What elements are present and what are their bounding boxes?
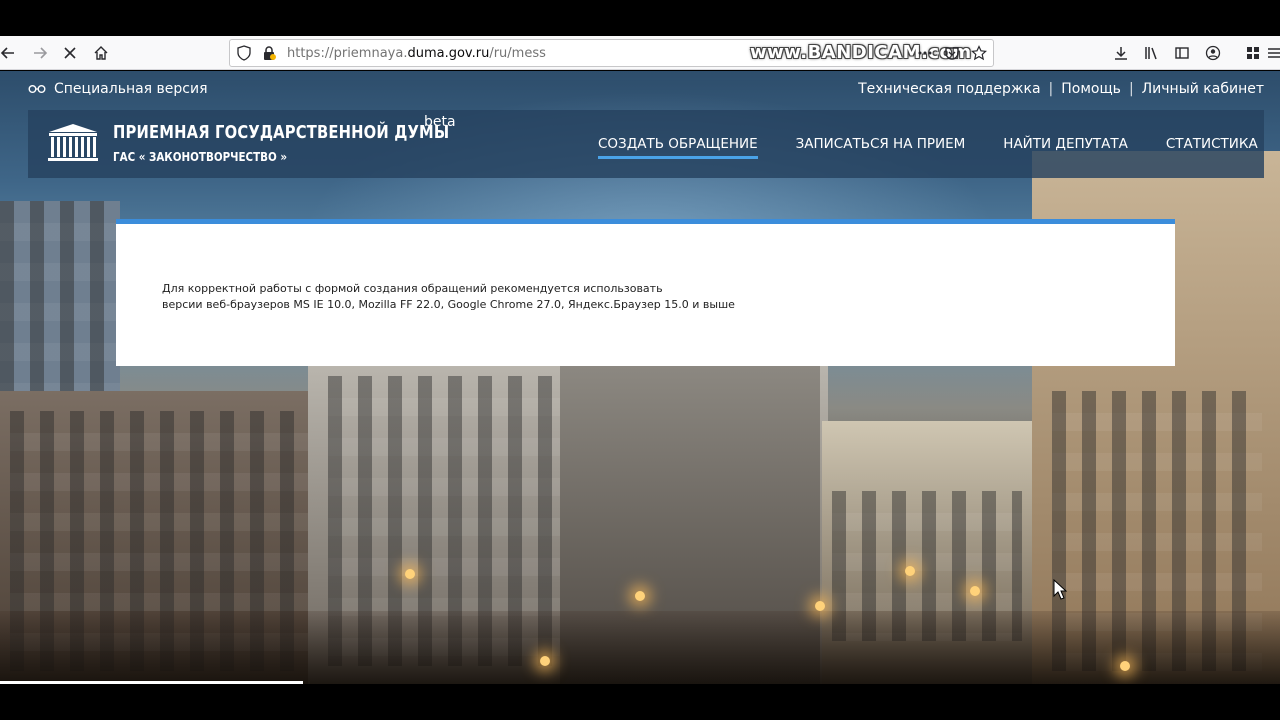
- video-letterbox-top: [0, 0, 1280, 36]
- shield-icon[interactable]: [236, 45, 252, 61]
- nav-statistics[interactable]: СТАТИСТИКА: [1166, 136, 1258, 159]
- street-light: [540, 656, 550, 666]
- mouse-cursor-icon: [1053, 579, 1067, 600]
- street-light: [905, 566, 915, 576]
- menu-icon[interactable]: [1262, 41, 1280, 65]
- downloads-icon[interactable]: [1109, 41, 1133, 65]
- special-version-link[interactable]: Специальная версия: [28, 81, 208, 97]
- divider: |: [1128, 81, 1134, 97]
- more-actions-icon[interactable]: [917, 45, 933, 61]
- video-progress-bar: [0, 681, 303, 684]
- beta-badge: beta: [424, 114, 456, 130]
- help-link[interactable]: Помощь: [1061, 81, 1121, 97]
- divider: |: [1048, 81, 1054, 97]
- nav-book-appointment[interactable]: ЗАПИСАТЬСЯ НА ПРИЕМ: [796, 136, 966, 159]
- background-street: [0, 611, 1280, 684]
- page-content: Специальная версия Техническая поддержка…: [0, 71, 1280, 684]
- nav-create-appeal[interactable]: СОЗДАТЬ ОБРАЩЕНИЕ: [598, 136, 758, 159]
- notice-line: Для корректной работы с формой создания …: [162, 282, 663, 295]
- sidebar-icon[interactable]: [1170, 41, 1194, 65]
- street-light: [405, 569, 415, 579]
- notice-line: версии веб-браузеров MS IE 10.0, Mozilla…: [162, 298, 735, 311]
- site-title[interactable]: ПРИЕМНАЯ ГОСУДАРСТВЕННОЙ ДУМЫ: [113, 122, 449, 143]
- browser-toolbar: https://priemnaya.duma.gov.ru/ru/mess ww…: [0, 36, 1280, 70]
- back-arrow-icon[interactable]: [0, 41, 20, 65]
- street-light: [970, 586, 980, 596]
- url-text: https://priemnaya.duma.gov.ru/ru/mess: [287, 46, 546, 61]
- stop-loading-icon[interactable]: [58, 41, 82, 65]
- street-light: [635, 591, 645, 601]
- personal-cabinet-link[interactable]: Личный кабинет: [1142, 81, 1264, 97]
- browser-compatibility-notice: Для корректной работы с формой создания …: [162, 281, 735, 313]
- video-letterbox-bottom: [0, 684, 1280, 720]
- tech-support-link[interactable]: Техническая поддержка: [858, 81, 1040, 97]
- bookmark-star-icon[interactable]: [971, 45, 987, 61]
- street-light: [1120, 661, 1130, 671]
- home-icon[interactable]: [89, 41, 113, 65]
- account-icon[interactable]: [1201, 41, 1225, 65]
- main-navigation: СОЗДАТЬ ОБРАЩЕНИЕ ЗАПИСАТЬСЯ НА ПРИЕМ НА…: [598, 136, 1280, 159]
- library-icon[interactable]: [1140, 41, 1164, 65]
- content-panel: Для корректной работы с формой создания …: [116, 219, 1175, 366]
- site-header: ПРИЕМНАЯ ГОСУДАРСТВЕННОЙ ДУМЫ ГАС « ЗАКО…: [28, 110, 1264, 178]
- forward-arrow-icon[interactable]: [28, 41, 52, 65]
- nav-find-deputy[interactable]: НАЙТИ ДЕПУТАТА: [1003, 136, 1128, 159]
- site-subtitle: ГАС « ЗАКОНОТВОРЧЕСТВО »: [113, 150, 288, 164]
- special-version-label: Специальная версия: [54, 81, 208, 97]
- pocket-icon[interactable]: [944, 45, 960, 61]
- street-light: [815, 601, 825, 611]
- duma-building-logo-icon[interactable]: [46, 122, 100, 162]
- address-bar[interactable]: https://priemnaya.duma.gov.ru/ru/mess ww…: [229, 39, 994, 67]
- background-building: [0, 201, 120, 401]
- top-links: Техническая поддержка | Помощь | Личный …: [858, 81, 1264, 97]
- glasses-icon: [28, 85, 46, 93]
- insecure-lock-icon[interactable]: [261, 45, 277, 61]
- recording-watermark: www.BANDICAM.com: [750, 42, 972, 63]
